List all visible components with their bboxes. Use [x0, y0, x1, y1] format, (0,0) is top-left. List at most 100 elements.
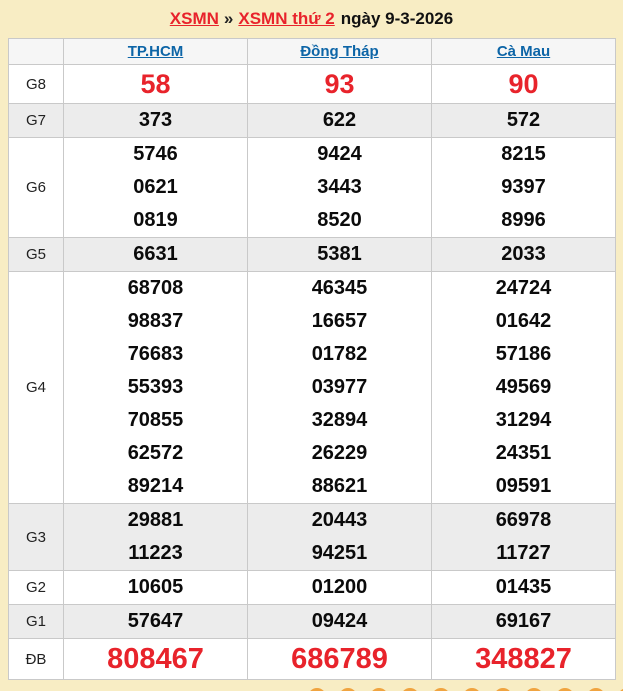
lottery-results-page: XSMN» XSMN thứ 2 ngày 9-3-2026 TP.HCM Đồng… [0, 0, 623, 691]
result-number: 24724 [495, 277, 552, 299]
result-number: 01642 [495, 310, 552, 332]
result-number: 348827 [475, 643, 572, 675]
result-number: 88621 [311, 475, 368, 497]
result-number: 76683 [127, 343, 184, 365]
prize-row-g8: G8 58 93 90 [8, 64, 616, 104]
result-number: 09424 [311, 610, 368, 632]
prize-cell: 10605 [63, 570, 248, 605]
result-number: 0621 [133, 176, 178, 198]
prize-cell: 69167 [431, 604, 616, 639]
result-number: 9424 [317, 143, 362, 165]
prize-cell: 66978 11727 [431, 503, 616, 571]
result-number: 6631 [133, 243, 178, 265]
result-number: 2033 [501, 243, 546, 265]
result-number: 11223 [128, 542, 183, 564]
result-number: 58 [140, 69, 171, 99]
results-table: TP.HCM Đồng Tháp Cà Mau G8 58 93 90 G7 373 622… [8, 38, 616, 680]
prize-cell: 622 [247, 103, 432, 138]
title-date: ngày 9-3-2026 [340, 9, 454, 28]
prize-label: G5 [8, 237, 64, 272]
result-number: 46345 [311, 277, 368, 299]
result-number: 5381 [317, 243, 362, 265]
prize-cell: 68708 98837 76683 55393 70855 62572 89214 [63, 271, 248, 504]
result-number: 70855 [127, 409, 184, 431]
prize-cell: 348827 [431, 638, 616, 680]
result-number: 57186 [495, 343, 552, 365]
result-number: 68708 [127, 277, 184, 299]
xsmn-link[interactable]: XSMN [170, 9, 219, 29]
prize-cell: 6631 [63, 237, 248, 272]
result-number: 20443 [311, 509, 368, 531]
result-number: 90 [508, 69, 539, 99]
column-link-tphcm: TP.HCM [63, 38, 248, 65]
result-number: 572 [506, 109, 541, 131]
prize-cell: 5381 [247, 237, 432, 272]
result-number: 89214 [127, 475, 184, 497]
prize-cell: 58 [63, 64, 248, 104]
result-number: 8215 [501, 143, 546, 165]
result-number: 0819 [133, 209, 178, 231]
result-number: 8520 [317, 209, 362, 231]
result-number: 66978 [495, 509, 552, 531]
result-number: 09591 [495, 475, 552, 497]
xsmn-day-link[interactable]: XSMN thứ 2 [238, 9, 334, 29]
prize-cell: 373 [63, 103, 248, 138]
result-number: 94251 [311, 542, 368, 564]
result-number: 57647 [127, 610, 184, 632]
prize-cell: 2033 [431, 237, 616, 272]
result-number: 3443 [317, 176, 362, 198]
prize-cell: 24724 01642 57186 49569 31294 24351 09591 [431, 271, 616, 504]
result-number: 29881 [127, 509, 184, 531]
result-number: 31294 [495, 409, 552, 431]
result-number: 62572 [127, 442, 184, 464]
prize-cell: 9424 3443 8520 [247, 137, 432, 238]
province-link[interactable]: Cà Mau [497, 43, 550, 60]
result-number: 10605 [127, 576, 184, 598]
prize-cell: 686789 [247, 638, 432, 680]
result-number: 8996 [501, 209, 546, 231]
result-number: 32894 [311, 409, 368, 431]
result-number: 55393 [127, 376, 184, 398]
header-empty-cell [8, 38, 64, 65]
prize-label: G2 [8, 570, 64, 605]
result-number: 93 [324, 69, 355, 99]
prize-cell: 01200 [247, 570, 432, 605]
result-number: 686789 [291, 643, 388, 675]
result-number: 98837 [127, 310, 184, 332]
prize-cell: 29881 11223 [63, 503, 248, 571]
result-number: 622 [322, 109, 357, 131]
province-link[interactable]: Đồng Tháp [300, 43, 378, 60]
prize-label: G8 [8, 64, 64, 104]
result-number: 5746 [133, 143, 178, 165]
prize-cell: 57647 [63, 604, 248, 639]
column-link-dongthap: Đồng Tháp [247, 38, 432, 65]
prize-cell: 93 [247, 64, 432, 104]
prize-row-g3: G3 29881 11223 20443 94251 66978 11727 [8, 503, 616, 571]
province-link[interactable]: TP.HCM [128, 43, 184, 60]
result-number: 11727 [496, 542, 551, 564]
prize-row-g4: G4 68708 98837 76683 55393 70855 62572 89214 463… [8, 271, 616, 504]
prize-label: G6 [8, 137, 64, 238]
result-number: 808467 [107, 643, 204, 675]
prize-row-g5: G5 6631 5381 2033 [8, 237, 616, 272]
prize-label: ĐB [8, 638, 64, 680]
result-number: 03977 [311, 376, 368, 398]
prize-cell: 90 [431, 64, 616, 104]
prize-label: G7 [8, 103, 64, 138]
prize-row-đb: ĐB 808467 686789 348827 [8, 638, 616, 680]
prize-cell: 8215 9397 8996 [431, 137, 616, 238]
prize-cell: 808467 [63, 638, 248, 680]
prize-cell: 01435 [431, 570, 616, 605]
prize-row-g6: G6 5746 0621 0819 9424 3443 8520 8215 9397 8996 [8, 137, 616, 238]
prize-cell: 09424 [247, 604, 432, 639]
result-number: 24351 [495, 442, 552, 464]
result-number: 373 [138, 109, 173, 131]
result-number: 26229 [311, 442, 368, 464]
result-number: 9397 [501, 176, 546, 198]
result-number: 01435 [495, 576, 552, 598]
result-number: 49569 [495, 376, 552, 398]
result-number: 16657 [311, 310, 368, 332]
prize-label: G1 [8, 604, 64, 639]
page-title: XSMN» XSMN thứ 2 ngày 9-3-2026 [0, 0, 623, 38]
prize-row-g2: G2 10605 01200 01435 [8, 570, 616, 605]
